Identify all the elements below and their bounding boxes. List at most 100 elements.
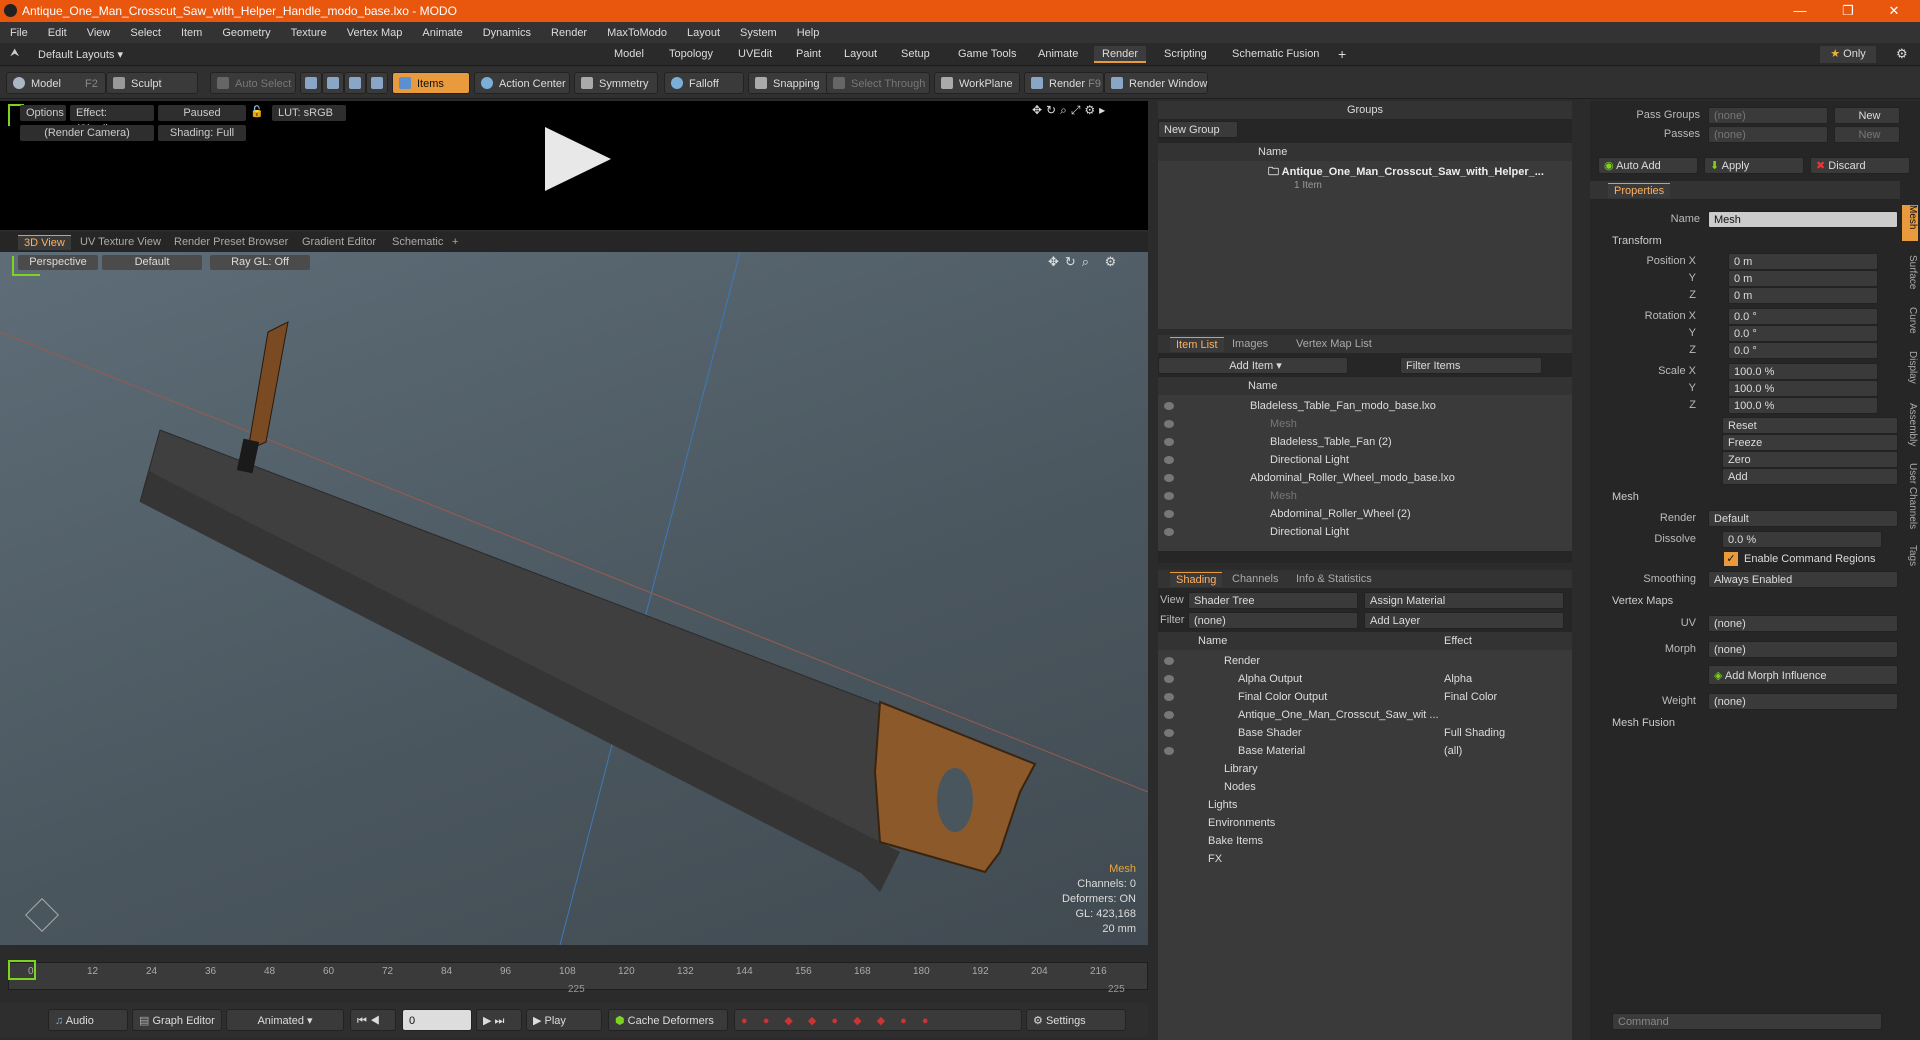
item-list-row[interactable]: Directional Light <box>1270 523 1349 541</box>
minimize-button[interactable]: — <box>1778 0 1822 22</box>
menu-vertex-map[interactable]: Vertex Map <box>337 27 413 39</box>
tab-animate[interactable]: Animate <box>1030 46 1086 63</box>
play-button[interactable]: ▶ Play <box>526 1009 602 1031</box>
tab-vertex-map-list[interactable]: Vertex Map List <box>1290 337 1378 352</box>
shader-tree-row[interactable]: Environments <box>1208 814 1275 832</box>
render-camera-dropdown[interactable]: (Render Camera) <box>20 125 154 141</box>
timeline[interactable]: 0 12 24 36 48 60 72 84 96 108 120 132 144 156 168 180 19… <box>0 948 1148 1000</box>
side-tab-user-channels[interactable]: User Channels <box>1902 463 1918 537</box>
add-viewport-tab-button[interactable]: + <box>446 235 464 250</box>
add-layer-dropdown[interactable]: Add Layer <box>1364 612 1564 629</box>
tab-properties[interactable]: Properties <box>1608 183 1671 198</box>
position-x-field[interactable]: 0 m <box>1728 253 1878 270</box>
name-field[interactable]: Mesh <box>1708 211 1898 228</box>
action-center-button[interactable]: Action Center <box>474 72 570 94</box>
select-materials-button[interactable] <box>366 72 388 94</box>
select-edges-button[interactable] <box>322 72 344 94</box>
menu-edit[interactable]: Edit <box>38 27 77 39</box>
filter-items-input[interactable]: Filter Items <box>1400 357 1542 374</box>
scale-z-field[interactable]: 100.0 % <box>1728 397 1878 414</box>
item-list-row[interactable]: Bladeless_Table_Fan_modo_base.lxo <box>1250 397 1436 415</box>
command-regions-checkbox[interactable]: ✓ <box>1724 552 1738 566</box>
rotation-x-field[interactable]: 0.0 ° <box>1728 308 1878 325</box>
reset-dropdown[interactable]: Reset <box>1722 417 1898 434</box>
falloff-button[interactable]: Falloff <box>664 72 744 94</box>
shader-effect-cell[interactable]: Full Shading <box>1444 724 1505 742</box>
new-pass-button[interactable]: New <box>1834 126 1900 143</box>
tab-uvedit[interactable]: UVEdit <box>730 46 780 63</box>
select-polygons-button[interactable] <box>344 72 366 94</box>
visibility-eye-icon[interactable] <box>1164 456 1174 464</box>
paused-button[interactable]: Paused <box>158 105 246 121</box>
menu-render[interactable]: Render <box>541 27 597 39</box>
render-window-button[interactable]: Render Window <box>1104 72 1208 94</box>
tab-game-tools[interactable]: Game Tools <box>950 46 1025 63</box>
visibility-eye-icon[interactable] <box>1164 657 1174 665</box>
close-button[interactable]: ✕ <box>1872 0 1916 22</box>
tab-uv-texture-view[interactable]: UV Texture View <box>74 235 167 250</box>
shader-tree-row[interactable]: Render <box>1224 652 1260 670</box>
shader-effect-cell[interactable]: Final Color <box>1444 688 1497 706</box>
tab-paint[interactable]: Paint <box>788 46 829 63</box>
tab-shading[interactable]: Shading <box>1170 572 1223 587</box>
lut-dropdown[interactable]: LUT: sRGB <box>272 105 346 121</box>
menu-layout[interactable]: Layout <box>677 27 730 39</box>
side-tab-curve[interactable]: Curve <box>1902 307 1918 343</box>
visibility-eye-icon[interactable] <box>1164 729 1174 737</box>
play-icon[interactable] <box>545 127 611 191</box>
new-group-button[interactable]: New Group <box>1158 121 1238 138</box>
view-dropdown[interactable]: Shader Tree <box>1188 592 1358 609</box>
tab-scripting[interactable]: Scripting <box>1156 46 1215 63</box>
snapping-button[interactable]: Snapping <box>748 72 830 94</box>
shader-tree-row[interactable]: Alpha Output <box>1238 670 1302 688</box>
3d-viewport[interactable]: Perspective Default Ray GL: Off ✥↻⌕ ⚙ Me… <box>0 252 1148 945</box>
scale-x-field[interactable]: 100.0 % <box>1728 363 1878 380</box>
pass-groups-dropdown[interactable]: (none) <box>1708 107 1828 124</box>
tab-setup[interactable]: Setup <box>893 46 938 63</box>
layout-arrow-icon[interactable]: ⮝ <box>10 47 19 60</box>
saw-model[interactable] <box>0 252 1148 945</box>
command-input[interactable]: Command <box>1612 1013 1882 1030</box>
side-tab-tags[interactable]: Tags <box>1902 545 1918 575</box>
freeze-dropdown[interactable]: Freeze <box>1722 434 1898 451</box>
tab-gradient-editor[interactable]: Gradient Editor <box>296 235 382 250</box>
menu-select[interactable]: Select <box>120 27 171 39</box>
auto-select-button[interactable]: Auto Select <box>210 72 296 94</box>
auto-add-button[interactable]: ◉ Auto Add <box>1598 157 1698 174</box>
add-morph-influence-button[interactable]: ◈ Add Morph Influence <box>1708 665 1898 685</box>
render-dropdown[interactable]: Default <box>1708 510 1898 527</box>
visibility-eye-icon[interactable] <box>1164 693 1174 701</box>
item-list-row[interactable]: Directional Light <box>1270 451 1349 469</box>
effect-dropdown[interactable]: Effect: (Shadi... <box>70 105 154 135</box>
tab-channels[interactable]: Channels <box>1226 572 1284 587</box>
tab-schematic[interactable]: Schematic <box>386 235 449 250</box>
add-tab-button[interactable]: + <box>1330 46 1354 63</box>
zero-dropdown[interactable]: Zero <box>1722 451 1898 468</box>
sculpt-button[interactable]: Sculpt <box>106 72 198 94</box>
shader-tree-row[interactable]: Final Color Output <box>1238 688 1327 706</box>
smoothing-dropdown[interactable]: Always Enabled <box>1708 571 1898 588</box>
item-list-row[interactable]: Mesh <box>1270 415 1297 433</box>
uv-dropdown[interactable]: (none) <box>1708 615 1898 632</box>
mesh-section[interactable]: Mesh <box>1612 491 1639 503</box>
side-tab-mesh[interactable]: Mesh <box>1902 205 1918 241</box>
item-list-row[interactable]: Mesh <box>1270 487 1297 505</box>
cache-deformers-button[interactable]: ⬢ Cache Deformers <box>608 1009 728 1031</box>
gear-icon[interactable]: ⚙ <box>1896 46 1908 62</box>
filter-dropdown[interactable]: (none) <box>1188 612 1358 629</box>
menu-maxtomodo[interactable]: MaxToModo <box>597 27 677 39</box>
dissolve-field[interactable]: 0.0 % <box>1722 531 1882 548</box>
tab-model[interactable]: Model <box>606 46 652 63</box>
mesh-fusion-section[interactable]: Mesh Fusion <box>1612 717 1675 729</box>
key-controls[interactable]: ● ● ◆ ◆ ● ◆ ◆ ● ● <box>734 1009 1022 1031</box>
morph-dropdown[interactable]: (none) <box>1708 641 1898 658</box>
workplane-button[interactable]: WorkPlane <box>934 72 1020 94</box>
transform-section[interactable]: Transform <box>1612 235 1662 247</box>
shader-tree-row[interactable]: Antique_One_Man_Crosscut_Saw_wit ... <box>1238 706 1439 724</box>
side-tab-surface[interactable]: Surface <box>1902 255 1918 299</box>
shader-tree-row[interactable]: Library <box>1224 760 1258 778</box>
position-y-field[interactable]: 0 m <box>1728 270 1878 287</box>
options-button[interactable]: Options <box>20 105 66 121</box>
shader-tree-row[interactable]: FX <box>1208 850 1222 868</box>
add-item-dropdown[interactable]: Add Item ▾ <box>1158 357 1348 374</box>
